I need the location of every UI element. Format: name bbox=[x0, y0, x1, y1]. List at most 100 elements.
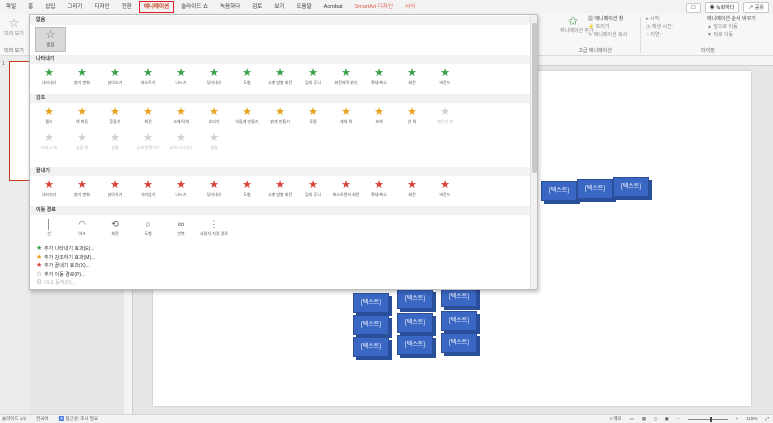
entrance-effect-10[interactable]: ★ 확대/축소 bbox=[364, 66, 394, 92]
zoom-out-icon[interactable]: − bbox=[677, 415, 680, 423]
entrance-effect-8[interactable]: ★ 임의 무늬 bbox=[298, 66, 328, 92]
entrance-effect-7[interactable]: ★ 시계 방향 회전 bbox=[265, 66, 295, 92]
zoom-in-icon[interactable]: + bbox=[736, 415, 739, 423]
exit-effect-8[interactable]: ★ 임의 무늬 bbox=[298, 178, 328, 204]
add-animation-button[interactable]: ✩ 애니메이션 추가 bbox=[560, 15, 594, 35]
move-earlier-button[interactable]: ▲ 앞으로 이동 bbox=[707, 23, 756, 31]
more-effects-item-3[interactable]: ☆ 추가 이동 경로(P)... bbox=[36, 271, 85, 279]
entrance-effect-4[interactable]: ★ 나누기 bbox=[166, 66, 196, 92]
animation-painter-button[interactable]: ✎ 애니메이션 복사 bbox=[588, 31, 627, 39]
duration-field[interactable]: ◷ 재생 시간: bbox=[646, 23, 673, 31]
tab-2[interactable]: 삽입 bbox=[39, 0, 61, 14]
smartart-block[interactable]: [텍스트] bbox=[441, 333, 477, 353]
tab-9[interactable]: 검토 bbox=[246, 0, 268, 14]
motion-path-effect-1[interactable]: ◠ 아크 bbox=[67, 217, 97, 243]
entrance-effect-12[interactable]: ★ 바운드 bbox=[430, 66, 460, 92]
emphasis-effect-12[interactable]: ★ 채우기 색 bbox=[430, 105, 460, 131]
tab-13[interactable]: SmartArt 디자인 bbox=[349, 0, 399, 14]
emphasis-effect-0[interactable]: ★ 펄스 bbox=[34, 105, 64, 131]
comment-icon[interactable]: ☐ bbox=[686, 2, 701, 13]
motion-path-effect-0[interactable]: │ 선 bbox=[34, 217, 64, 243]
exit-effect-0[interactable]: ★ 사라지기 bbox=[34, 178, 64, 204]
emphasis-effect-13[interactable]: ★ 브러시 색 bbox=[34, 131, 64, 157]
emphasis-effect-18[interactable]: ★ 물결 bbox=[199, 131, 229, 157]
tab-0[interactable]: 파일 bbox=[0, 0, 22, 14]
tab-4[interactable]: 디자인 bbox=[89, 0, 116, 14]
exit-effect-3[interactable]: ★ 가라앉기 bbox=[133, 178, 163, 204]
normal-view-icon[interactable]: ▭ bbox=[630, 415, 634, 423]
smartart-block[interactable]: [텍스트] bbox=[353, 337, 389, 357]
exit-effect-4[interactable]: ★ 나누기 bbox=[166, 178, 196, 204]
tab-1[interactable]: 홈 bbox=[22, 0, 39, 14]
notes-button[interactable]: ≡ 메모 bbox=[609, 415, 621, 423]
motion-path-effect-2[interactable]: ⟲ 회전 bbox=[100, 217, 130, 243]
entrance-effect-5[interactable]: ★ 닦아내기 bbox=[199, 66, 229, 92]
emphasis-effect-14[interactable]: ★ 글꼴 색 bbox=[67, 131, 97, 157]
tab-3[interactable]: 그리기 bbox=[61, 0, 88, 14]
tab-14[interactable]: 서식 bbox=[399, 0, 421, 14]
smartart-block[interactable]: [텍스트] bbox=[353, 315, 389, 335]
exit-effect-11[interactable]: ★ 회전 bbox=[397, 178, 427, 204]
exit-effect-2[interactable]: ★ 날아가기 bbox=[100, 178, 130, 204]
move-later-button[interactable]: ▼ 뒤로 이동 bbox=[707, 31, 756, 39]
tab-7[interactable]: 슬라이드 쇼 bbox=[175, 0, 214, 14]
emphasis-effect-2[interactable]: ★ 흔들기 bbox=[100, 105, 130, 131]
fit-slide-icon[interactable]: ⤢ bbox=[765, 415, 769, 423]
emphasis-effect-10[interactable]: ★ 보색 bbox=[364, 105, 394, 131]
smartart-block[interactable]: [텍스트] bbox=[397, 289, 433, 309]
emphasis-effect-8[interactable]: ★ 투명 bbox=[298, 105, 328, 131]
gallery-scrollbar[interactable] bbox=[530, 15, 537, 289]
entrance-effect-2[interactable]: ★ 날아오기 bbox=[100, 66, 130, 92]
more-effects-item-0[interactable]: ★ 추가 나타내기 효과(E)... bbox=[36, 245, 94, 253]
emphasis-effect-15[interactable]: ★ 밑줄 bbox=[100, 131, 130, 157]
exit-effect-5[interactable]: ★ 닦아내기 bbox=[199, 178, 229, 204]
emphasis-effect-17[interactable]: ★ 굵게 나타내기 bbox=[166, 131, 196, 157]
exit-effect-12[interactable]: ★ 바운드 bbox=[430, 178, 460, 204]
tab-5[interactable]: 전환 bbox=[116, 0, 138, 14]
zoom-slider-knob[interactable] bbox=[709, 416, 712, 422]
emphasis-effect-4[interactable]: ★ 크게/작게 bbox=[166, 105, 196, 131]
smartart-block[interactable]: [텍스트] bbox=[397, 335, 433, 355]
entrance-effect-6[interactable]: ★ 도형 bbox=[232, 66, 262, 92]
motion-path-effect-5[interactable]: ⋮ 사용자 지정 경로 bbox=[199, 217, 229, 243]
slide-sorter-icon[interactable]: ▦ bbox=[642, 415, 646, 423]
zoom-level[interactable]: 115% bbox=[746, 415, 757, 423]
animation-pane-button[interactable]: ▦ 애니메이션 창 bbox=[588, 15, 627, 23]
smartart-block[interactable]: [텍스트] bbox=[577, 179, 613, 199]
entrance-effect-9[interactable]: ★ 회전하며 밝기 bbox=[331, 66, 361, 92]
emphasis-effect-1[interactable]: ★ 색 파동 bbox=[67, 105, 97, 131]
more-effects-item-1[interactable]: ★ 추가 강조하기 효과(M)... bbox=[36, 254, 95, 262]
none-effect[interactable]: ☆ 없음 bbox=[35, 27, 66, 52]
emphasis-effect-5[interactable]: ★ 흐리기 bbox=[199, 105, 229, 131]
exit-effect-9[interactable]: ★ 축소하면서 회전 bbox=[331, 178, 361, 204]
start-field[interactable]: ▸ 시작: bbox=[646, 15, 673, 23]
slide-thumbnail[interactable] bbox=[9, 61, 30, 181]
zoom-slider[interactable] bbox=[687, 416, 728, 422]
delay-field[interactable]: ◔ 지연: bbox=[646, 31, 673, 39]
tab-6[interactable]: 애니메이션 bbox=[138, 0, 175, 14]
exit-effect-10[interactable]: ★ 확대/축소 bbox=[364, 178, 394, 204]
entrance-effect-3[interactable]: ★ 떠오르기 bbox=[133, 66, 163, 92]
preview-button[interactable]: ☆ 미리 보기 bbox=[4, 16, 24, 38]
slideshow-icon[interactable]: ▣ bbox=[665, 415, 669, 423]
accessibility-status[interactable]: ♿ 접근성: 조사 필요 bbox=[59, 415, 99, 423]
smartart-block[interactable]: [텍스트] bbox=[441, 311, 477, 331]
smartart-block[interactable]: [텍스트] bbox=[613, 177, 649, 197]
emphasis-effect-3[interactable]: ★ 회전 bbox=[133, 105, 163, 131]
tab-10[interactable]: 보기 bbox=[268, 0, 290, 14]
exit-effect-6[interactable]: ★ 도형 bbox=[232, 178, 262, 204]
more-effects-item-2[interactable]: ★ 추가 끝내기 효과(X)... bbox=[36, 262, 90, 270]
entrance-effect-11[interactable]: ★ 회전 bbox=[397, 66, 427, 92]
language-indicator[interactable]: 한국어 bbox=[36, 415, 48, 423]
tab-8[interactable]: 녹음하다 bbox=[214, 0, 246, 14]
tab-12[interactable]: Acrobat bbox=[318, 0, 349, 14]
motion-path-effect-3[interactable]: ○ 도형 bbox=[133, 217, 163, 243]
trigger-button[interactable]: ⚡ 트리거 bbox=[588, 23, 627, 31]
share-button[interactable]: ↗ 공유 bbox=[743, 2, 769, 13]
smartart-block[interactable]: [텍스트] bbox=[353, 293, 389, 313]
smartart-block[interactable]: [텍스트] bbox=[441, 287, 477, 307]
tab-11[interactable]: 도움말 bbox=[290, 0, 317, 14]
smartart-block[interactable]: [텍스트] bbox=[541, 181, 577, 201]
entrance-effect-1[interactable]: ★ 밝기 변화 bbox=[67, 66, 97, 92]
reading-view-icon[interactable]: ▯ bbox=[654, 415, 656, 423]
